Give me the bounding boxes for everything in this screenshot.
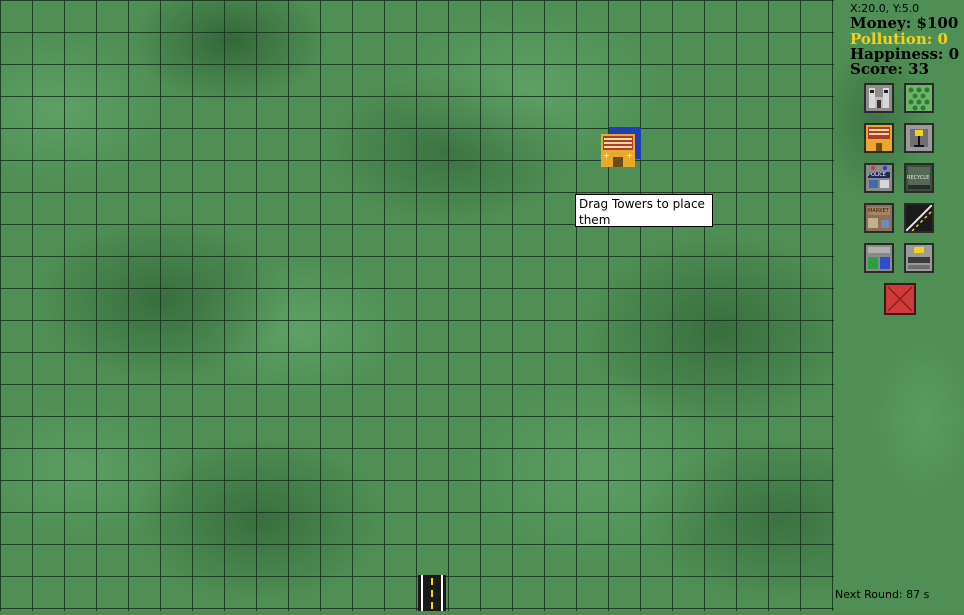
next-round-timer: Next Round: 87 s bbox=[835, 588, 930, 601]
map-grid[interactable] bbox=[0, 0, 834, 611]
police-tower-button[interactable]: POLICE bbox=[864, 163, 894, 193]
svg-text:+: + bbox=[603, 151, 610, 160]
police-label: POLICE bbox=[868, 172, 886, 178]
road-tower-button[interactable] bbox=[904, 203, 934, 233]
traffic-tower-button[interactable] bbox=[904, 123, 934, 153]
market-tower-button[interactable]: MARKET bbox=[864, 203, 894, 233]
school-tower-button[interactable] bbox=[864, 123, 894, 153]
road-tile[interactable] bbox=[418, 575, 446, 611]
recycle-label: RECYCLE bbox=[907, 175, 930, 181]
factory-icon bbox=[866, 85, 892, 111]
recycle-tower-button[interactable]: RECYCLE bbox=[904, 163, 934, 193]
market-label: MARKET bbox=[868, 208, 889, 214]
clinic-icon bbox=[866, 245, 892, 271]
park-tower-button[interactable] bbox=[904, 83, 934, 113]
svg-text:+: + bbox=[626, 151, 633, 160]
school-icon bbox=[866, 125, 892, 151]
park-icon bbox=[906, 85, 932, 111]
placed-school-building[interactable]: + + bbox=[601, 127, 641, 167]
close-icon bbox=[886, 285, 914, 313]
delete-button[interactable] bbox=[884, 283, 916, 315]
bus-station-tower-button[interactable] bbox=[904, 243, 934, 273]
score-stat: Score: 33 bbox=[850, 60, 930, 78]
money-stat: Money: $100 bbox=[850, 14, 959, 32]
bus-station-icon bbox=[906, 245, 932, 271]
traffic-light-icon bbox=[906, 125, 932, 151]
road-icon bbox=[906, 205, 932, 231]
drag-tooltip: Drag Towers to place them bbox=[575, 194, 713, 227]
clinic-tower-button[interactable] bbox=[864, 243, 894, 273]
police-icon bbox=[866, 165, 892, 191]
factory-tower-button[interactable] bbox=[864, 83, 894, 113]
